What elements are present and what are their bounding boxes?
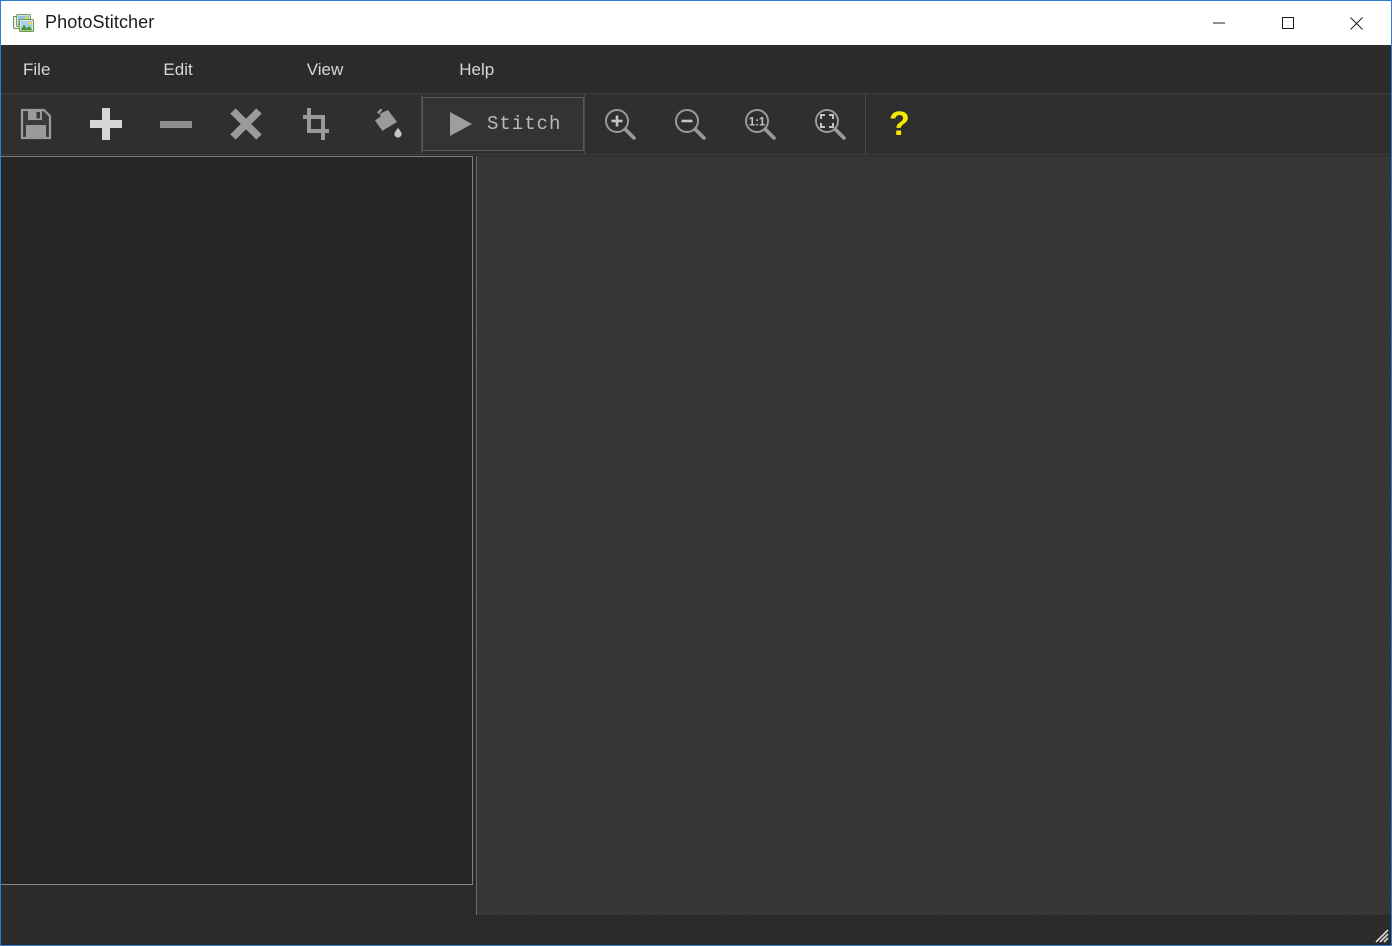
photo-stack-icon	[13, 12, 35, 34]
remove-image-button[interactable]	[141, 94, 211, 154]
save-button[interactable]	[1, 94, 71, 154]
magnifier-fit-to-window-icon	[812, 106, 848, 142]
clear-all-button[interactable]	[211, 94, 281, 154]
svg-text:1:1: 1:1	[749, 117, 766, 129]
question-mark-help-icon: ?	[889, 105, 910, 143]
status-bar	[1, 915, 1391, 945]
menu-item-file[interactable]: File	[13, 55, 60, 84]
crop-button[interactable]	[281, 94, 351, 154]
menu-item-help[interactable]: Help	[449, 55, 504, 84]
window-controls	[1184, 1, 1391, 45]
zoom-actual-size-button[interactable]: 1:1	[725, 94, 795, 154]
x-clear-icon	[229, 107, 263, 141]
help-button[interactable]: ?	[866, 94, 932, 154]
preview-canvas[interactable]	[476, 156, 1391, 915]
title-bar: PhotoStitcher	[1, 1, 1391, 45]
crop-icon	[299, 107, 333, 141]
window-title: PhotoStitcher	[45, 12, 155, 32]
play-triangle-icon	[445, 109, 475, 139]
toolbar-group-zoom: 1:1	[585, 94, 865, 154]
toolbar-group-help: ?	[866, 94, 932, 154]
zoom-fit-button[interactable]	[795, 94, 865, 154]
magnifier-minus-icon	[672, 106, 708, 142]
image-list-panel[interactable]	[1, 156, 473, 885]
plus-add-icon	[88, 106, 124, 142]
maximize-button[interactable]	[1253, 1, 1322, 45]
resize-grip-icon[interactable]	[1371, 925, 1389, 943]
menu-item-edit[interactable]: Edit	[153, 55, 202, 84]
workspace	[1, 155, 1391, 915]
photostitcher-window: PhotoStitcher File Edit View Help Stitch…	[0, 0, 1392, 946]
stitch-button[interactable]: Stitch	[422, 97, 585, 151]
zoom-out-button[interactable]	[655, 94, 725, 154]
add-images-button[interactable]	[71, 94, 141, 154]
minimize-button[interactable]	[1184, 1, 1253, 45]
stitch-label: Stitch	[487, 112, 562, 135]
close-button[interactable]	[1322, 1, 1391, 45]
paint-bucket-fill-icon	[369, 107, 403, 141]
canvas-noise-texture	[477, 156, 1391, 915]
toolbar-group-stitch: Stitch	[422, 94, 585, 154]
magnifier-one-to-one-icon: 1:1	[742, 106, 778, 142]
zoom-in-button[interactable]	[585, 94, 655, 154]
menu-bar: File Edit View Help	[1, 45, 1391, 93]
minus-remove-icon	[158, 106, 194, 142]
menu-item-view[interactable]: View	[297, 55, 354, 84]
main-toolbar: Stitch 1:1 ?	[1, 93, 1391, 155]
magnifier-plus-icon	[602, 106, 638, 142]
floppy-disk-save-icon	[19, 107, 53, 141]
fill-background-button[interactable]	[351, 94, 421, 154]
toolbar-group-edit	[1, 94, 421, 154]
